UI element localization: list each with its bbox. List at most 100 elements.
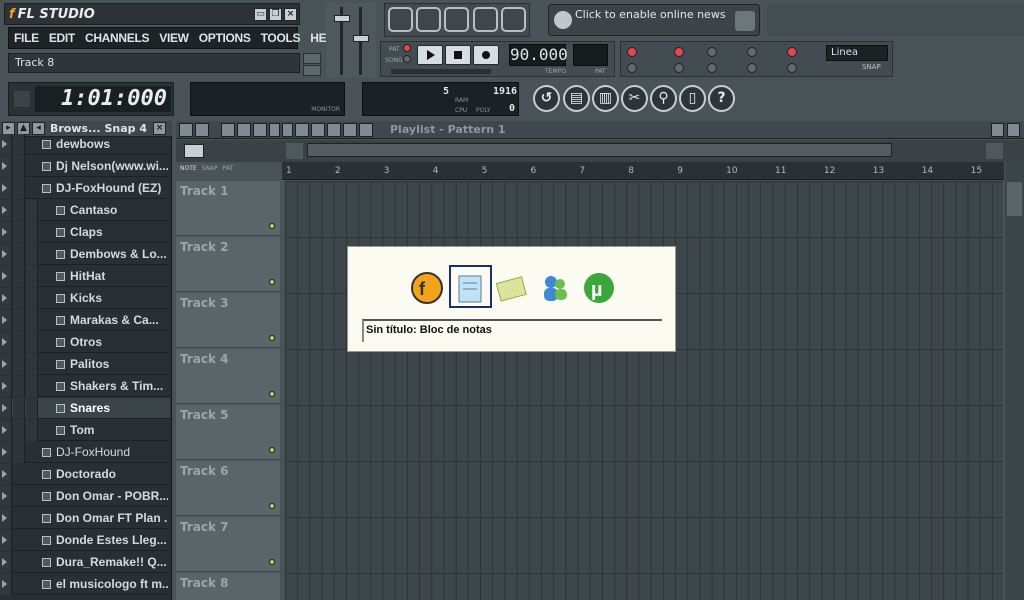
tab-note[interactable]: NOTE bbox=[180, 165, 197, 172]
tempo-display[interactable]: 90.000 bbox=[509, 44, 568, 66]
wait-led[interactable] bbox=[674, 63, 684, 73]
expand-arrow-icon[interactable] bbox=[2, 558, 7, 566]
browser-item[interactable]: el musicologo ft m... bbox=[0, 574, 170, 595]
slip-tool-icon[interactable] bbox=[282, 123, 293, 137]
expand-arrow-icon[interactable] bbox=[2, 536, 7, 544]
search-icon[interactable]: ⚲ bbox=[650, 85, 677, 112]
zoom-tool-icon[interactable] bbox=[327, 123, 341, 137]
pat-mode-led[interactable] bbox=[403, 44, 411, 52]
expand-arrow-icon[interactable] bbox=[2, 360, 7, 368]
notepad-icon[interactable] bbox=[453, 271, 487, 305]
timeline-ruler[interactable]: 1 2 3 4 5 6 7 8 9 10 11 12 13 14 15 bbox=[282, 162, 1004, 180]
utorrent-icon[interactable]: µ bbox=[582, 271, 616, 305]
restore-button[interactable]: ❐ bbox=[269, 7, 282, 21]
expand-arrow-icon[interactable] bbox=[2, 426, 7, 434]
tab-snap[interactable]: SNAP bbox=[202, 165, 218, 172]
playlist-horizontal-scrollbar[interactable] bbox=[307, 143, 892, 157]
draw-tool-icon[interactable] bbox=[221, 123, 235, 137]
expand-arrow-icon[interactable] bbox=[2, 162, 7, 170]
browser-item[interactable]: dewbows bbox=[0, 134, 170, 155]
track-led[interactable] bbox=[269, 223, 275, 229]
playlist-restore-icon[interactable] bbox=[991, 123, 1004, 137]
browser-item[interactable]: Marakas & Ca... bbox=[0, 310, 170, 331]
playlist-menu-icon[interactable] bbox=[179, 123, 193, 137]
record-button[interactable] bbox=[473, 45, 499, 65]
expand-arrow-icon[interactable] bbox=[2, 206, 7, 214]
menu-file[interactable]: FILE bbox=[9, 27, 44, 49]
pattern-view-icon[interactable] bbox=[184, 144, 204, 158]
metronome-led[interactable] bbox=[627, 63, 637, 73]
track-led[interactable] bbox=[269, 391, 275, 397]
menu-channels[interactable]: CHANNELS bbox=[80, 27, 154, 49]
fl-studio-icon[interactable]: f bbox=[410, 271, 444, 305]
browser-item[interactable]: DJ-FoxHound bbox=[0, 442, 170, 463]
browser-item[interactable]: Cantaso bbox=[0, 200, 170, 221]
browser-item[interactable]: Palitos bbox=[0, 354, 170, 375]
magnet-icon[interactable] bbox=[195, 123, 209, 137]
browser-item[interactable]: Doctorado bbox=[0, 464, 170, 485]
browser-item[interactable]: HitHat bbox=[0, 266, 170, 287]
notes-folder-icon[interactable] bbox=[494, 271, 528, 305]
messenger-icon[interactable] bbox=[538, 271, 572, 305]
select-tool-icon[interactable] bbox=[311, 123, 325, 137]
expand-arrow-icon[interactable] bbox=[2, 404, 7, 412]
minimize-button[interactable]: ▭ bbox=[254, 7, 267, 21]
help-icon[interactable]: ? bbox=[708, 85, 735, 112]
save-icon[interactable]: ▤ bbox=[563, 85, 590, 112]
scroll-left-icon[interactable] bbox=[286, 143, 303, 159]
typing-keyboard-led[interactable] bbox=[627, 47, 637, 57]
mixer-icon[interactable] bbox=[501, 7, 526, 32]
browser-item[interactable]: Don Omar - POBR... bbox=[0, 486, 170, 507]
track-header[interactable]: Track 4 bbox=[176, 349, 280, 404]
tab-pat[interactable]: PAT bbox=[223, 165, 234, 172]
blend-led[interactable] bbox=[747, 47, 757, 57]
track-led[interactable] bbox=[269, 559, 275, 565]
expand-arrow-icon[interactable] bbox=[2, 294, 7, 302]
browser-item[interactable]: Tom bbox=[0, 420, 170, 441]
stop-button[interactable] bbox=[445, 45, 471, 65]
browser-item[interactable]: Kicks bbox=[0, 288, 170, 309]
track-header[interactable]: Track 3 bbox=[176, 293, 280, 348]
master-pitch-slider[interactable] bbox=[353, 35, 369, 42]
scroll-right-icon[interactable] bbox=[986, 143, 1003, 159]
paint-tool-icon[interactable] bbox=[237, 123, 251, 137]
pattern-display[interactable] bbox=[573, 44, 608, 66]
expand-arrow-icon[interactable] bbox=[2, 448, 7, 456]
playlist-grid[interactable] bbox=[285, 181, 1003, 600]
automation-icon[interactable] bbox=[220, 144, 244, 158]
expand-arrow-icon[interactable] bbox=[2, 470, 7, 478]
step-edit-led[interactable] bbox=[707, 47, 717, 57]
expand-arrow-icon[interactable] bbox=[2, 382, 7, 390]
countdown-led[interactable] bbox=[674, 47, 684, 57]
track-led[interactable] bbox=[269, 447, 275, 453]
browser-item[interactable]: Snares bbox=[0, 398, 170, 419]
render-icon[interactable]: ▥ bbox=[592, 85, 619, 112]
track-led[interactable] bbox=[269, 279, 275, 285]
menu-view[interactable]: VIEW bbox=[154, 27, 193, 49]
playlist-close-icon[interactable] bbox=[1007, 123, 1020, 137]
cut-icon[interactable]: ✂ bbox=[621, 85, 648, 112]
piano-roll-icon[interactable] bbox=[444, 7, 469, 32]
browser-item[interactable]: Shakers & Tim... bbox=[0, 376, 170, 397]
browser-item[interactable]: Donde Estes Lleg... bbox=[0, 530, 170, 551]
track-header[interactable]: Track 2 bbox=[176, 237, 280, 292]
track-header[interactable]: Track 6 bbox=[176, 461, 280, 516]
browser-item[interactable]: Otros bbox=[0, 332, 170, 353]
close-button[interactable]: × bbox=[284, 7, 297, 21]
time-format-icon[interactable] bbox=[14, 91, 30, 107]
track-header[interactable]: Track 1 bbox=[176, 181, 280, 236]
track-led[interactable] bbox=[269, 503, 275, 509]
expand-arrow-icon[interactable] bbox=[2, 272, 7, 280]
download-icon[interactable] bbox=[735, 11, 755, 31]
browser-item[interactable]: Don Omar FT Plan ... bbox=[0, 508, 170, 529]
browser-item[interactable]: Claps bbox=[0, 222, 170, 243]
browser-item[interactable]: Dura_Remake!! Q... bbox=[0, 552, 170, 573]
speaker-icon[interactable] bbox=[359, 123, 373, 137]
expand-arrow-icon[interactable] bbox=[2, 316, 7, 324]
snap-select[interactable]: Linea bbox=[826, 45, 888, 61]
delete-tool-icon[interactable] bbox=[253, 123, 267, 137]
news-panel[interactable]: Click to enable online news bbox=[548, 4, 760, 36]
playback-tool-icon[interactable] bbox=[343, 123, 357, 137]
expand-arrow-icon[interactable] bbox=[2, 184, 7, 192]
audio-clip-icon[interactable] bbox=[260, 144, 274, 158]
